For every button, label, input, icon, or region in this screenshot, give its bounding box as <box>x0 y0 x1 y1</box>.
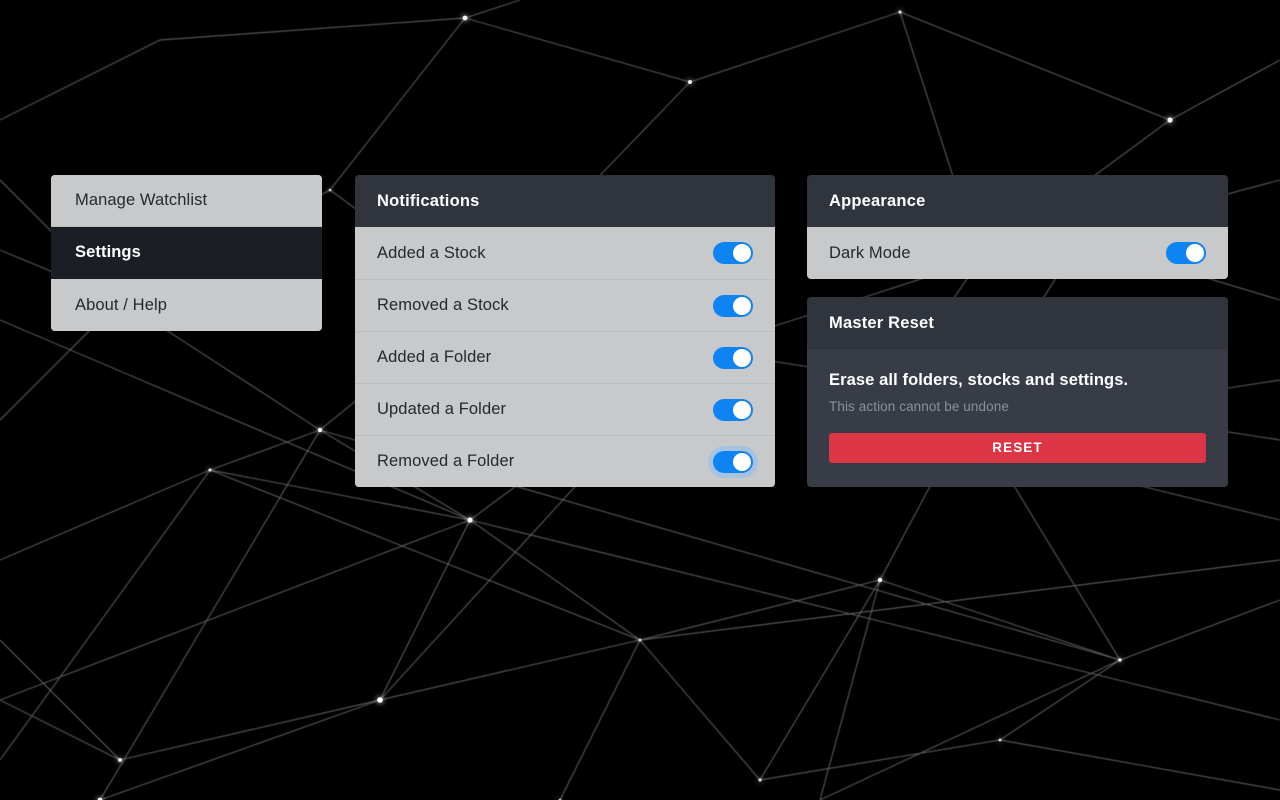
row-label: Added a Stock <box>377 243 486 262</box>
notifications-panel-title: Notifications <box>355 175 775 227</box>
sidebar-item-about-help[interactable]: About / Help <box>51 279 322 331</box>
toggle-knob <box>733 348 751 367</box>
toggle-removed-a-folder[interactable] <box>713 450 753 473</box>
master-reset-subtext: This action cannot be undone <box>829 399 1009 414</box>
appearance-row-dark-mode[interactable]: Dark Mode <box>807 227 1228 279</box>
appearance-panel-title: Appearance <box>807 175 1228 227</box>
sidebar-item-settings[interactable]: Settings <box>51 227 322 279</box>
appearance-panel: Appearance Dark Mode <box>807 175 1228 279</box>
notification-row-removed-a-stock[interactable]: Removed a Stock <box>355 279 775 331</box>
sidebar-item-label: About / Help <box>75 295 168 314</box>
master-reset-headline: Erase all folders, stocks and settings. <box>829 371 1129 389</box>
settings-screen: Manage Watchlist Settings About / Help N… <box>0 0 1280 800</box>
row-label: Updated a Folder <box>377 400 507 418</box>
notification-row-updated-a-folder[interactable]: Updated a Folder <box>355 383 775 435</box>
notifications-panel: Notifications Added a Stock Removed a St… <box>355 175 775 487</box>
toggle-added-a-folder[interactable] <box>713 346 753 369</box>
sidebar-item-label: Manage Watchlist <box>75 191 208 209</box>
sidebar-item-manage-watchlist[interactable]: Manage Watchlist <box>51 175 322 227</box>
master-reset-panel-title: Master Reset <box>807 297 1228 349</box>
sidebar-item-label: Settings <box>75 243 141 261</box>
master-reset-panel: Master Reset Erase all folders, stocks a… <box>807 297 1228 487</box>
toggle-dark-mode[interactable] <box>1166 242 1206 264</box>
master-reset-panel-body: Erase all folders, stocks and settings. … <box>807 349 1228 487</box>
panel-title-text: Master Reset <box>829 313 935 332</box>
panel-title-text: Appearance <box>829 191 926 210</box>
toggle-knob <box>733 452 751 471</box>
row-label: Added a Folder <box>377 348 492 366</box>
notifications-panel-body: Added a Stock Removed a Stock Added a Fo… <box>355 227 775 487</box>
appearance-panel-body: Dark Mode <box>807 227 1228 279</box>
toggle-knob <box>733 400 751 419</box>
row-label: Removed a Folder <box>377 452 515 470</box>
notification-row-added-a-folder[interactable]: Added a Folder <box>355 331 775 383</box>
notification-row-added-a-stock[interactable]: Added a Stock <box>355 227 775 279</box>
row-label: Dark Mode <box>829 243 911 262</box>
panel-title-text: Notifications <box>377 191 480 210</box>
toggle-knob <box>733 296 751 315</box>
reset-button[interactable]: RESET <box>829 433 1206 463</box>
toggle-removed-a-stock[interactable] <box>713 294 753 317</box>
toggle-updated-a-folder[interactable] <box>713 398 753 421</box>
notification-row-removed-a-folder[interactable]: Removed a Folder <box>355 435 775 487</box>
toggle-added-a-stock[interactable] <box>713 242 753 264</box>
settings-sidebar: Manage Watchlist Settings About / Help <box>51 175 322 331</box>
row-label: Removed a Stock <box>377 296 509 314</box>
toggle-knob <box>733 244 751 262</box>
toggle-knob <box>1186 244 1204 262</box>
